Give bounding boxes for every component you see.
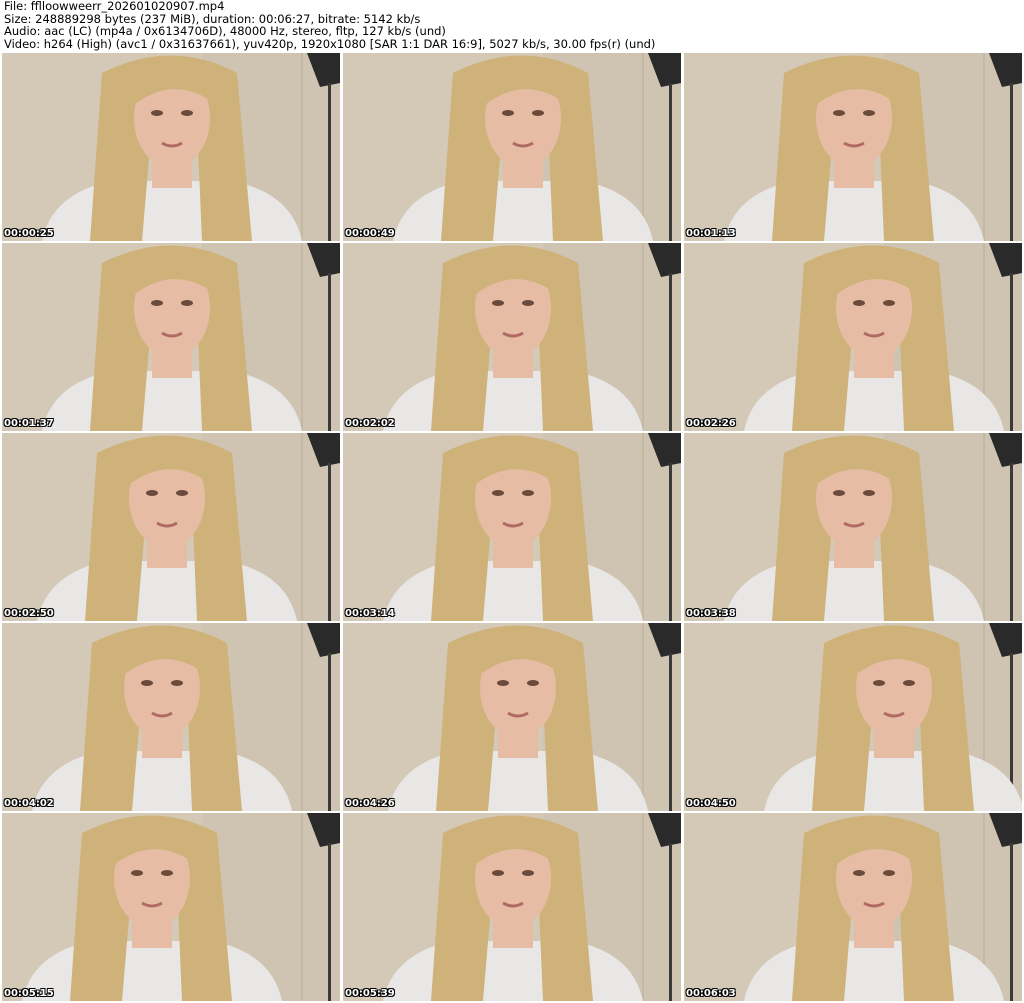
frame-timestamp: 00:00:25 (4, 228, 54, 239)
frame-scene (684, 433, 1022, 621)
frame-scene (343, 623, 681, 811)
video-frame-thumbnail: 00:03:14 (343, 433, 681, 621)
video-info-line: Video: h264 (High) (avc1 / 0x31637661), … (4, 36, 656, 51)
frame-scene (684, 813, 1022, 1001)
frame-scene (2, 243, 340, 431)
video-frame-thumbnail: 00:02:26 (684, 243, 1022, 431)
frame-timestamp: 00:01:37 (4, 418, 54, 429)
frame-scene (343, 53, 681, 241)
frame-timestamp: 00:04:02 (4, 798, 54, 809)
file-info-header: File: fflloowweerr_202601020907.mp4 Size… (4, 0, 1020, 53)
frame-scene (2, 623, 340, 811)
frame-timestamp: 00:03:38 (686, 608, 736, 619)
frame-timestamp: 00:05:15 (4, 988, 54, 999)
file-name-line: File: fflloowweerr_202601020907.mp4 (4, 0, 225, 13)
video-frame-thumbnail: 00:06:03 (684, 813, 1022, 1001)
frame-timestamp: 00:02:02 (345, 418, 395, 429)
video-frame-thumbnail: 00:01:37 (2, 243, 340, 431)
frame-timestamp: 00:00:49 (345, 228, 395, 239)
frame-timestamp: 00:02:50 (4, 608, 54, 619)
thumbnail-grid: 00:00:25 00:00:49 00:01:13 00:01:37 00:02:02… (2, 53, 1022, 1001)
frame-scene (343, 243, 681, 431)
frame-scene (343, 433, 681, 621)
frame-timestamp: 00:03:14 (345, 608, 395, 619)
video-frame-thumbnail: 00:02:02 (343, 243, 681, 431)
video-frame-thumbnail: 00:04:02 (2, 623, 340, 811)
video-frame-thumbnail: 00:04:50 (684, 623, 1022, 811)
video-frame-thumbnail: 00:01:13 (684, 53, 1022, 241)
frame-scene (2, 53, 340, 241)
frame-scene (684, 623, 1022, 811)
frame-scene (2, 433, 340, 621)
video-frame-thumbnail: 00:00:25 (2, 53, 340, 241)
frame-timestamp: 00:02:26 (686, 418, 736, 429)
frame-scene (684, 53, 1022, 241)
audio-info-line: Audio: aac (LC) (mp4a / 0x6134706D), 480… (4, 24, 446, 38)
frame-timestamp: 00:04:50 (686, 798, 736, 809)
video-frame-thumbnail: 00:05:15 (2, 813, 340, 1001)
frame-scene (343, 813, 681, 1001)
frame-scene (2, 813, 340, 1001)
frame-scene (684, 243, 1022, 431)
video-frame-thumbnail: 00:04:26 (343, 623, 681, 811)
frame-timestamp: 00:05:39 (345, 988, 395, 999)
frame-timestamp: 00:06:03 (686, 988, 736, 999)
frame-timestamp: 00:04:26 (345, 798, 395, 809)
video-frame-thumbnail: 00:00:49 (343, 53, 681, 241)
frame-timestamp: 00:01:13 (686, 228, 736, 239)
video-frame-thumbnail: 00:02:50 (2, 433, 340, 621)
video-frame-thumbnail: 00:03:38 (684, 433, 1022, 621)
video-frame-thumbnail: 00:05:39 (343, 813, 681, 1001)
